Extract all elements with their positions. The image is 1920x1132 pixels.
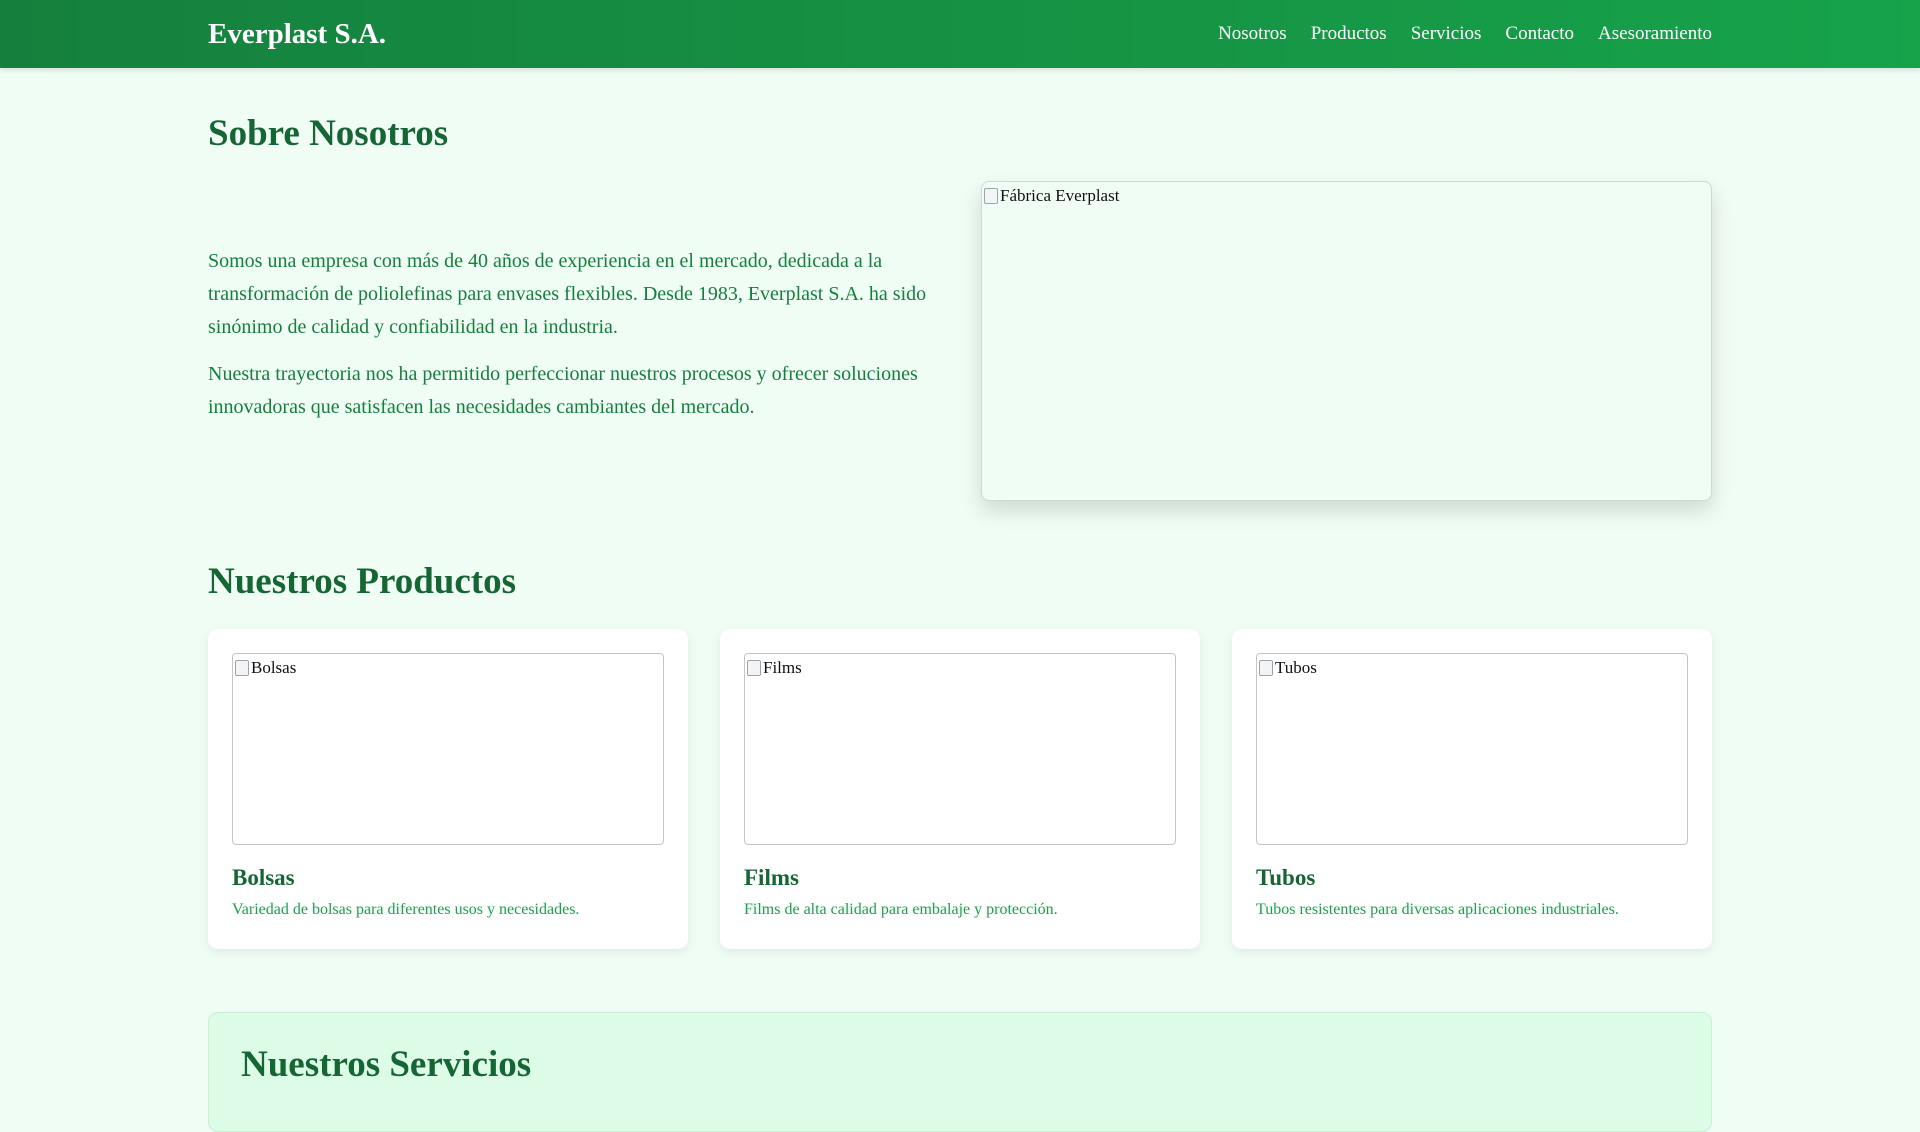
product-card-films[interactable]: Films Films Films de alta calidad para e… [720, 629, 1200, 949]
product-card-tubos[interactable]: Tubos Tubos Tubos resistentes para diver… [1232, 629, 1712, 949]
product-description: Tubos resistentes para diversas aplicaci… [1256, 901, 1619, 918]
product-image-alt: Tubos [1259, 658, 1317, 678]
factory-image-alt-text: Fábrica Everplast [1000, 186, 1120, 205]
nav-link-contacto[interactable]: Contacto [1505, 23, 1574, 45]
broken-image-icon [747, 660, 761, 676]
about-section: Sobre Nosotros Somos una empresa con más… [208, 112, 1712, 501]
factory-image-alt: Fábrica Everplast [984, 186, 1119, 206]
product-image-alt-text: Tubos [1275, 658, 1317, 677]
nav-link-asesoramiento[interactable]: Asesoramiento [1598, 23, 1712, 45]
product-name: Films [744, 865, 799, 890]
product-image-alt-text: Films [763, 658, 802, 677]
products-section: Nuestros Productos Bolsas Bolsas Varieda… [208, 560, 1712, 949]
product-image-alt-text: Bolsas [251, 658, 297, 677]
brand-logo-text[interactable]: Everplast S.A. [208, 0, 386, 68]
about-title: Sobre Nosotros [208, 113, 449, 154]
product-image: Tubos [1256, 653, 1688, 845]
about-paragraph: Somos una empresa con más de 40 años de … [208, 249, 927, 338]
product-name: Tubos [1256, 865, 1316, 890]
product-description: Films de alta calidad para embalaje y pr… [744, 901, 1058, 918]
nav-link-productos[interactable]: Productos [1311, 23, 1387, 45]
about-grid: Somos una empresa con más de 40 años de … [208, 181, 1712, 501]
product-image-alt: Films [747, 658, 802, 678]
services-section: Nuestros Servicios [208, 1012, 1712, 1132]
about-text: Somos una empresa con más de 40 años de … [208, 181, 933, 501]
product-card-bolsas[interactable]: Bolsas Bolsas Variedad de bolsas para di… [208, 629, 688, 949]
product-image-alt: Bolsas [235, 658, 296, 678]
nav-link-nosotros[interactable]: Nosotros [1218, 23, 1287, 45]
navbar: Everplast S.A. Nosotros Productos Servic… [0, 0, 1920, 68]
product-image: Films [744, 653, 1176, 845]
about-paragraph: Nuestra trayectoria nos ha permitido per… [208, 362, 918, 418]
product-image: Bolsas [232, 653, 664, 845]
nav-link-servicios[interactable]: Servicios [1411, 23, 1482, 45]
nav-links: Nosotros Productos Servicios Contacto As… [1218, 0, 1712, 68]
product-grid: Bolsas Bolsas Variedad de bolsas para di… [208, 629, 1712, 949]
factory-image: Fábrica Everplast [981, 181, 1712, 501]
broken-image-icon [1259, 660, 1273, 676]
broken-image-icon [235, 660, 249, 676]
product-description: Variedad de bolsas para diferentes usos … [232, 901, 580, 918]
products-title: Nuestros Productos [208, 561, 516, 602]
broken-image-icon [984, 188, 999, 204]
product-name: Bolsas [232, 865, 295, 890]
